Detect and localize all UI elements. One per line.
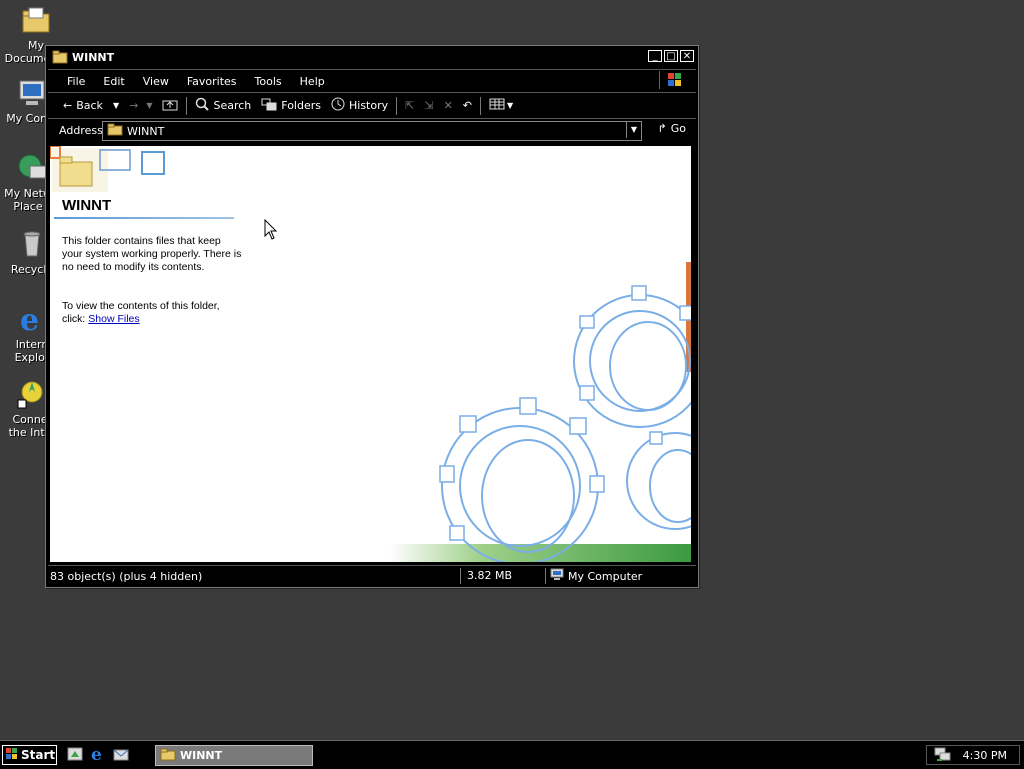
forward-button[interactable]: → ▼: [124, 95, 157, 117]
views-icon: [489, 98, 505, 113]
chevron-down-icon: ▼: [507, 101, 514, 110]
show-desktop-icon[interactable]: [66, 745, 84, 763]
views-button[interactable]: ▼: [484, 95, 518, 117]
start-label: Start: [21, 748, 56, 762]
menu-favorites[interactable]: Favorites: [178, 75, 246, 88]
back-arrow-icon: ←: [63, 99, 73, 112]
start-button[interactable]: Start: [2, 745, 57, 765]
delete-icon: ✕: [443, 99, 453, 112]
folders-icon: [261, 97, 277, 114]
status-zone: My Computer: [545, 568, 696, 584]
up-folder-button[interactable]: [157, 95, 183, 117]
history-icon: [331, 97, 345, 114]
system-tray: 4:30 PM: [926, 745, 1020, 765]
internet-explorer-icon[interactable]: e: [89, 745, 107, 765]
toolbar-separator: [480, 96, 482, 115]
folder-title: WINNT: [62, 197, 112, 214]
svg-text:e: e: [20, 303, 39, 335]
svg-text:e: e: [91, 745, 102, 763]
computer-icon: [550, 568, 564, 584]
menu-help[interactable]: Help: [291, 75, 334, 88]
network-places-icon: [16, 152, 48, 184]
clock[interactable]: 4:30 PM: [963, 749, 1007, 762]
menu-view[interactable]: View: [134, 75, 178, 88]
mouse-pointer-icon: [264, 218, 278, 244]
webview-background-art: [50, 146, 691, 562]
computer-icon: [16, 77, 48, 109]
search-icon: [195, 97, 210, 114]
address-value: WINNT: [127, 124, 165, 138]
show-files-link[interactable]: Show Files: [88, 313, 139, 325]
search-button[interactable]: Search: [190, 95, 256, 117]
folders-label: Folders: [281, 99, 321, 112]
move-to-icon: ⇱: [405, 99, 415, 112]
folder-icon: [52, 50, 68, 64]
title-divider: [54, 217, 234, 219]
taskbar-button-label: WINNT: [180, 749, 223, 762]
toolbar-separator: [396, 96, 398, 115]
history-button[interactable]: History: [326, 95, 393, 117]
close-button[interactable]: ✕: [680, 50, 694, 62]
toolbar-separator: [186, 96, 188, 115]
folder-content-pane: WINNT This folder contains files that ke…: [50, 146, 691, 562]
internet-explorer-icon: e: [16, 303, 48, 338]
folders-button[interactable]: Folders: [256, 95, 326, 117]
title-bar[interactable]: WINNT _ □ ✕: [48, 48, 696, 66]
menu-file[interactable]: File: [58, 75, 94, 88]
network-icon[interactable]: [933, 746, 951, 765]
back-label: Back: [76, 99, 103, 112]
up-folder-icon: [162, 97, 178, 114]
menu-bar: File Edit View Favorites Tools Help: [48, 69, 696, 93]
move-to-button[interactable]: ⇱: [400, 95, 419, 117]
folder-documents-icon: [20, 4, 52, 36]
search-label: Search: [213, 99, 252, 112]
address-dropdown-button[interactable]: ▼: [626, 122, 641, 138]
menu-tools[interactable]: Tools: [246, 75, 291, 88]
undo-icon: ↶: [462, 99, 473, 112]
forward-arrow-icon: →: [129, 99, 139, 112]
address-label: Address: [59, 123, 103, 137]
window-title: WINNT: [72, 50, 115, 64]
status-object-count: 83 object(s) (plus 4 hidden): [50, 569, 203, 583]
go-label: Go: [670, 122, 686, 135]
status-size: 3.82 MB: [460, 568, 545, 584]
copy-to-button[interactable]: ⇲: [419, 95, 438, 117]
folder-icon: [107, 123, 123, 139]
windows-logo-icon: [659, 71, 690, 89]
menu-edit[interactable]: Edit: [94, 75, 133, 88]
taskbar: Start e WINNT 4:30 PM: [0, 740, 1024, 769]
folder-icon: [160, 748, 176, 764]
standard-toolbar: ← Back ▼ → ▼ Search Folders History ⇱ ⇲ …: [48, 93, 696, 119]
status-zone-label: My Computer: [568, 569, 643, 583]
minimize-button[interactable]: _: [648, 50, 662, 62]
status-bar: 83 object(s) (plus 4 hidden) 3.82 MB My …: [48, 565, 696, 586]
recycle-bin-icon: [16, 228, 48, 260]
chevron-down-icon[interactable]: ▼: [146, 101, 152, 110]
view-prompt-text: To view the contents of this folder, cli…: [62, 300, 220, 325]
folder-description: This folder contains files that keep you…: [62, 235, 242, 273]
maximize-button[interactable]: □: [664, 50, 678, 62]
view-contents-prompt: To view the contents of this folder, cli…: [62, 300, 242, 326]
taskbar-button-winnt[interactable]: WINNT: [155, 745, 313, 766]
address-input[interactable]: WINNT ▼: [102, 121, 642, 141]
copy-to-icon: ⇲: [424, 99, 434, 112]
undo-button[interactable]: ↶: [458, 95, 477, 117]
quick-launch: e: [66, 745, 130, 765]
chevron-down-icon[interactable]: ▼: [113, 101, 119, 110]
explorer-window: WINNT _ □ ✕ File Edit View Favorites Too…: [45, 45, 699, 588]
go-button[interactable]: ↱ Go: [658, 122, 686, 135]
address-bar: Address WINNT ▼ ↱ Go: [48, 119, 696, 141]
history-label: History: [349, 99, 389, 112]
go-arrow-icon: ↱: [657, 122, 667, 135]
delete-button[interactable]: ✕: [439, 95, 458, 117]
windows-logo-icon: [6, 747, 18, 763]
connect-internet-icon: [16, 378, 48, 410]
back-button[interactable]: ← Back ▼: [58, 95, 124, 117]
outlook-express-icon[interactable]: [112, 745, 130, 763]
